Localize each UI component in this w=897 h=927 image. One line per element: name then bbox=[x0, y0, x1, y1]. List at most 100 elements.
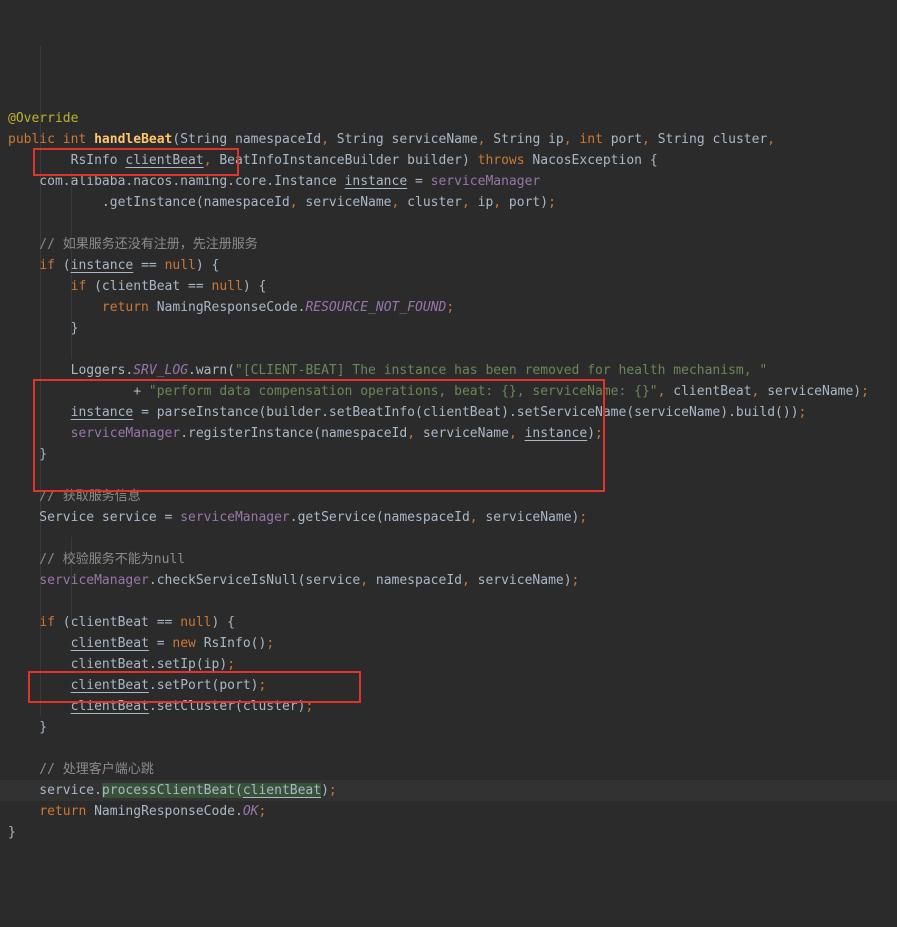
code-token: .setIp(ip) bbox=[148, 657, 228, 672]
code-token: NamingResponseCode. bbox=[148, 300, 306, 315]
code-line[interactable]: public int handleBeat(String namespaceId… bbox=[0, 129, 897, 150]
code-line[interactable] bbox=[0, 465, 897, 486]
code-token: ( bbox=[54, 258, 71, 273]
variable-token: clientBeat bbox=[70, 678, 149, 693]
code-line[interactable]: RsInfo clientBeat, BeatInfoInstanceBuild… bbox=[0, 150, 897, 171]
code-token: .registerInstance(namespaceId bbox=[180, 426, 408, 441]
keyword-token: public bbox=[8, 132, 55, 147]
code-line[interactable]: } bbox=[0, 444, 897, 465]
code-token: (clientBeat == bbox=[86, 279, 212, 294]
code-line[interactable]: com.alibaba.nacos.naming.core.Instance i… bbox=[0, 171, 897, 192]
punctuation-token: , bbox=[407, 426, 416, 441]
code-line[interactable]: @Override bbox=[0, 108, 897, 129]
string-token: "[CLIENT-BEAT] The instance has been rem… bbox=[235, 363, 768, 378]
code-token: = bbox=[407, 174, 431, 189]
code-token: NacosException { bbox=[524, 153, 658, 168]
code-token: == bbox=[133, 258, 165, 273]
code-line[interactable]: serviceManager.checkServiceIsNull(servic… bbox=[0, 570, 897, 591]
punctuation-token: ; bbox=[258, 804, 267, 819]
highlighted-token: processClientBeat( bbox=[101, 783, 243, 798]
code-line[interactable]: + "perform data compensation operations,… bbox=[0, 381, 897, 402]
code-line[interactable]: instance = parseInstance(builder.setBeat… bbox=[0, 402, 897, 423]
code-line[interactable] bbox=[0, 213, 897, 234]
code-token: String ip bbox=[485, 132, 564, 147]
code-line[interactable]: } bbox=[0, 318, 897, 339]
code-token: ip bbox=[469, 195, 494, 210]
code-token: } bbox=[8, 720, 48, 735]
code-token: ) { bbox=[211, 615, 235, 630]
code-token: clientBeat bbox=[665, 384, 752, 399]
code-line[interactable]: // 校验服务不能为null bbox=[0, 549, 897, 570]
punctuation-token: ; bbox=[595, 426, 603, 441]
code-token: serviceName bbox=[415, 426, 509, 441]
code-line[interactable]: Loggers.SRV_LOG.warn("[CLIENT-BEAT] The … bbox=[0, 360, 897, 381]
code-token: ) { bbox=[242, 279, 267, 294]
keyword-token: int bbox=[579, 132, 603, 147]
code-token: cluster bbox=[399, 195, 462, 210]
code-lines-container: @Override public int handleBeat(String na… bbox=[0, 108, 897, 843]
code-line[interactable]: Service service = serviceManager.getServ… bbox=[0, 507, 897, 528]
keyword-token: int bbox=[62, 132, 87, 147]
code-token: serviceName) bbox=[759, 384, 862, 399]
code-line[interactable]: clientBeat.setCluster(cluster); bbox=[0, 696, 897, 717]
code-line[interactable]: return NamingResponseCode.RESOURCE_NOT_F… bbox=[0, 297, 897, 318]
code-line[interactable]: clientBeat.setPort(port); bbox=[0, 675, 897, 696]
method-name-token: handleBeat bbox=[94, 132, 173, 147]
code-token: ) bbox=[321, 783, 329, 798]
punctuation-token: , bbox=[461, 195, 470, 210]
variable-token: instance bbox=[524, 426, 588, 441]
code-editor[interactable]: @Override public int handleBeat(String na… bbox=[0, 0, 897, 840]
code-line[interactable]: } bbox=[0, 822, 897, 843]
keyword-token: null bbox=[180, 615, 212, 630]
code-token: } bbox=[8, 321, 79, 336]
punctuation-token: ; bbox=[227, 657, 236, 672]
code-line[interactable]: } bbox=[0, 717, 897, 738]
code-line[interactable] bbox=[0, 339, 897, 360]
code-line[interactable]: service.processClientBeat(clientBeat); bbox=[0, 780, 897, 801]
punctuation-token: , bbox=[508, 426, 517, 441]
code-line[interactable]: if (clientBeat == null) { bbox=[0, 276, 897, 297]
code-token: .warn( bbox=[188, 363, 235, 378]
code-token: namespaceId bbox=[368, 573, 462, 588]
punctuation-token: ; bbox=[861, 384, 869, 399]
code-line[interactable]: clientBeat = new RsInfo(); bbox=[0, 633, 897, 654]
code-line[interactable]: // 如果服务还没有注册，先注册服务 bbox=[0, 234, 897, 255]
code-token: (String namespaceId bbox=[172, 132, 322, 147]
code-line[interactable]: // 处理客户端心跳 bbox=[0, 759, 897, 780]
code-line[interactable]: if (clientBeat == null) { bbox=[0, 612, 897, 633]
code-token: RsInfo bbox=[8, 153, 126, 168]
code-line[interactable] bbox=[0, 528, 897, 549]
variable-token: instance bbox=[70, 405, 134, 420]
code-token: (clientBeat == bbox=[54, 615, 181, 630]
punctuation-token: ; bbox=[305, 699, 314, 714]
comment-token: // 处理客户端心跳 bbox=[8, 762, 154, 777]
code-line[interactable]: serviceManager.registerInstance(namespac… bbox=[0, 423, 897, 444]
code-line[interactable]: return NamingResponseCode.OK; bbox=[0, 801, 897, 822]
code-line[interactable]: clientBeat.setIp(ip); bbox=[0, 654, 897, 675]
code-token: = bbox=[148, 636, 173, 651]
constant-token: SRV_LOG bbox=[133, 363, 189, 378]
constant-token: RESOURCE_NOT_FOUND bbox=[305, 300, 447, 315]
code-token: ) bbox=[587, 426, 596, 441]
code-token: .setCluster(cluster) bbox=[148, 699, 306, 714]
punctuation-token: ; bbox=[328, 783, 337, 798]
code-line[interactable]: .getInstance(namespaceId, serviceName, c… bbox=[0, 192, 897, 213]
keyword-token: null bbox=[164, 258, 196, 273]
code-line[interactable]: if (instance == null) { bbox=[0, 255, 897, 276]
code-token: serviceName) bbox=[469, 573, 572, 588]
code-token: .checkServiceIsNull(service bbox=[148, 573, 361, 588]
code-line[interactable] bbox=[0, 738, 897, 759]
punctuation-token: , bbox=[203, 153, 212, 168]
constant-token: OK bbox=[242, 804, 259, 819]
punctuation-token: , bbox=[493, 195, 502, 210]
code-line[interactable]: // 获取服务信息 bbox=[0, 486, 897, 507]
code-token: String serviceName bbox=[328, 132, 478, 147]
code-token: ) { bbox=[195, 258, 220, 273]
code-line[interactable] bbox=[0, 591, 897, 612]
